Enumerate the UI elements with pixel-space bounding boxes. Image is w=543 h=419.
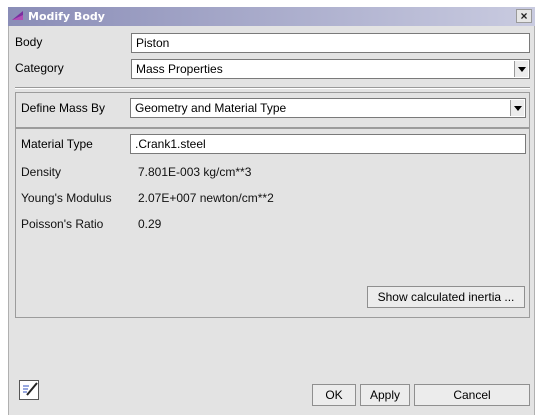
material-type-label: Material Type bbox=[21, 137, 93, 151]
chevron-down-icon[interactable] bbox=[514, 61, 528, 77]
apply-button[interactable]: Apply bbox=[360, 384, 410, 406]
cancel-button[interactable]: Cancel bbox=[414, 384, 530, 406]
material-type-field[interactable]: .Crank1.steel bbox=[130, 134, 526, 154]
comment-edit-icon[interactable] bbox=[19, 380, 39, 400]
adams-logo-icon bbox=[12, 11, 23, 20]
define-mass-label: Define Mass By bbox=[21, 101, 106, 115]
define-mass-value: Geometry and Material Type bbox=[135, 101, 287, 115]
define-mass-group: Define Mass By Geometry and Material Typ… bbox=[15, 92, 530, 128]
window-title: Modify Body bbox=[28, 10, 105, 23]
ok-button[interactable]: OK bbox=[312, 384, 356, 406]
window-titlebar[interactable]: Modify Body × bbox=[8, 7, 535, 27]
youngs-modulus-value: 2.07E+007 newton/cm**2 bbox=[138, 191, 274, 205]
close-button[interactable]: × bbox=[516, 9, 532, 23]
divider bbox=[15, 87, 530, 89]
define-mass-select[interactable]: Geometry and Material Type bbox=[130, 98, 526, 118]
body-field[interactable]: Piston bbox=[131, 33, 530, 53]
close-icon: × bbox=[520, 9, 528, 23]
category-select[interactable]: Mass Properties bbox=[131, 59, 530, 79]
chevron-down-icon[interactable] bbox=[510, 100, 524, 116]
poissons-ratio-value: 0.29 bbox=[138, 217, 162, 231]
category-label: Category bbox=[15, 61, 64, 75]
youngs-modulus-label: Young's Modulus bbox=[21, 191, 112, 205]
category-value: Mass Properties bbox=[136, 62, 223, 76]
body-label: Body bbox=[15, 35, 43, 49]
show-inertia-button[interactable]: Show calculated inertia ... bbox=[367, 286, 525, 308]
density-value: 7.801E-003 kg/cm**3 bbox=[138, 165, 252, 179]
poissons-ratio-label: Poisson's Ratio bbox=[21, 217, 104, 231]
modify-body-dialog: Body Piston Category Mass Properties Def… bbox=[8, 26, 535, 415]
density-label: Density bbox=[21, 165, 62, 179]
material-group: Material Type .Crank1.steel Density 7.80… bbox=[15, 128, 530, 318]
